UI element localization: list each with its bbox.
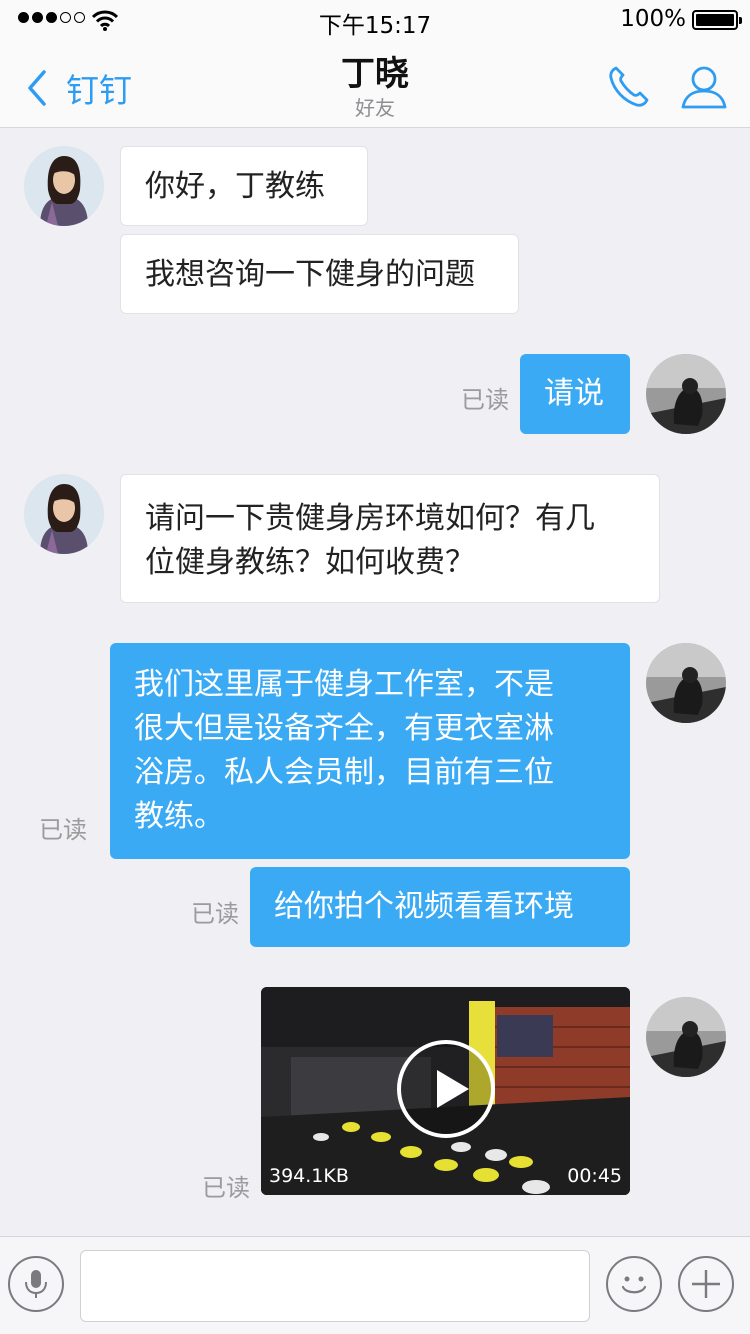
emoji-icon — [621, 1276, 647, 1294]
battery-icon — [692, 10, 742, 30]
message-text-line: 我们这里属于健身工作室，不是 — [134, 667, 554, 702]
my-avatar[interactable] — [646, 997, 726, 1077]
play-icon[interactable] — [397, 1040, 495, 1138]
message-text: 我想咨询一下健身的问题 — [145, 257, 475, 292]
plus-icon — [692, 1270, 720, 1298]
read-receipt: 已读 — [461, 386, 509, 414]
my-avatar[interactable] — [646, 643, 726, 723]
message-bubble-incoming[interactable]: 你好，丁教练 — [120, 146, 368, 226]
message-text-line: 浴房。私人会员制，目前有三位 — [134, 755, 554, 790]
microphone-icon — [25, 1270, 47, 1298]
message-bubble-incoming[interactable]: 请问一下贵健身房环境如何？有几 位健身教练？如何收费？ — [120, 474, 660, 603]
navigation-bar: 钉钉 丁晓 好友 — [0, 40, 750, 128]
video-message[interactable]: 394.1KB 00:45 — [261, 987, 630, 1195]
message-text: 你好，丁教练 — [145, 169, 325, 204]
read-receipt: 已读 — [202, 1174, 250, 1202]
video-file-size: 394.1KB — [269, 1165, 349, 1187]
phone-icon[interactable] — [606, 64, 652, 110]
message-bubble-outgoing[interactable]: 给你拍个视频看看环境 — [250, 867, 630, 947]
message-text: 给你拍个视频看看环境 — [274, 889, 574, 924]
message-text-line: 位健身教练？如何收费？ — [145, 545, 475, 580]
message-bubble-outgoing[interactable]: 请说 — [520, 354, 630, 434]
message-text-line: 很大但是设备齐全，有更衣室淋 — [134, 711, 554, 746]
message-input-bar — [0, 1236, 750, 1334]
more-options-button[interactable] — [678, 1256, 734, 1312]
contact-avatar[interactable] — [24, 474, 104, 554]
contact-icon[interactable] — [680, 64, 728, 110]
message-text-line: 请问一下贵健身房环境如何？有几 — [145, 501, 595, 536]
contact-avatar[interactable] — [24, 146, 104, 226]
my-avatar[interactable] — [646, 354, 726, 434]
message-bubble-incoming[interactable]: 我想咨询一下健身的问题 — [120, 234, 519, 314]
read-receipt: 已读 — [191, 900, 239, 928]
read-receipt: 已读 — [39, 816, 87, 844]
battery-percentage: 100% — [620, 6, 686, 32]
voice-input-button[interactable] — [8, 1256, 64, 1312]
emoji-button[interactable] — [606, 1256, 662, 1312]
status-bar: 下午15:17 100% — [0, 0, 750, 40]
message-bubble-outgoing[interactable]: 我们这里属于健身工作室，不是 很大但是设备齐全，有更衣室淋 浴房。私人会员制，目… — [110, 643, 630, 859]
chat-screen: 下午15:17 100% 钉钉 丁晓 好友 你好，丁教练 我想咨询一下健身的问题… — [0, 0, 750, 1334]
video-duration: 00:45 — [567, 1165, 622, 1187]
message-text: 请说 — [544, 376, 604, 411]
message-text-line: 教练。 — [134, 799, 224, 834]
message-input[interactable] — [80, 1250, 590, 1322]
